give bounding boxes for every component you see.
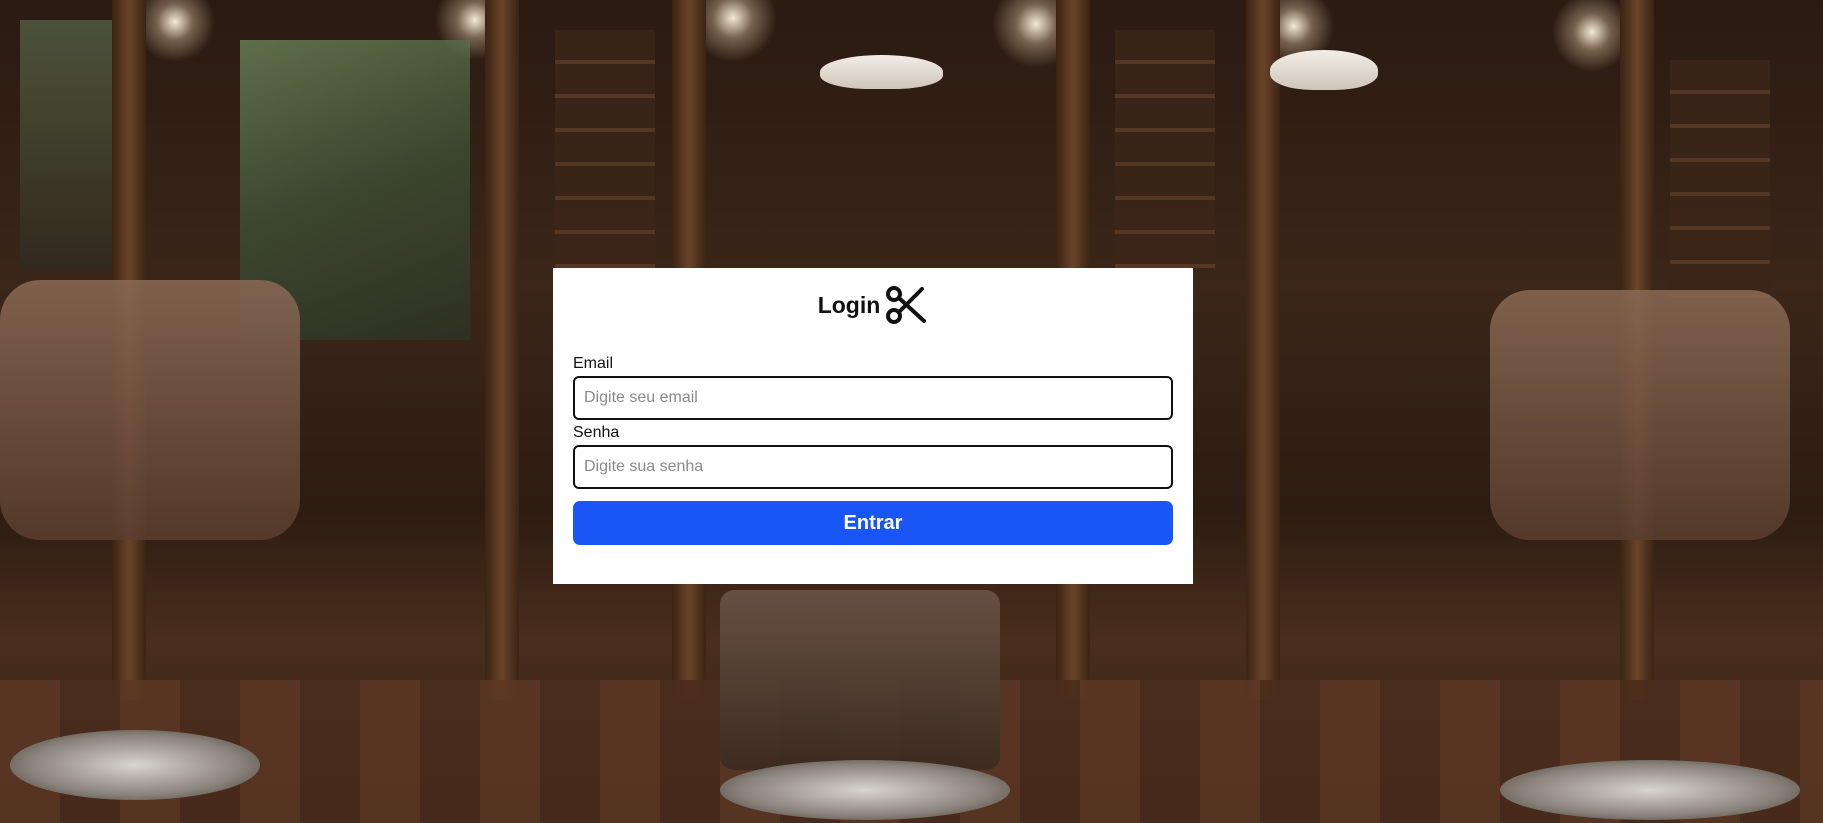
background-shelf xyxy=(1115,30,1215,270)
email-label: Email xyxy=(573,355,614,372)
scissors-icon xyxy=(886,286,927,324)
barber-chair-right xyxy=(1490,290,1790,540)
background-pillar xyxy=(1246,0,1280,700)
barber-chair-left xyxy=(0,280,300,540)
background-pillar xyxy=(485,0,519,700)
background-shelf xyxy=(1670,60,1770,300)
chair-base xyxy=(720,760,1010,820)
chair-base xyxy=(10,730,260,800)
login-header: Login xyxy=(573,283,1173,327)
email-field[interactable] xyxy=(573,376,1173,420)
barber-chair-center xyxy=(720,590,1000,770)
login-submit-button[interactable]: Entrar xyxy=(573,501,1173,545)
background-mirror xyxy=(20,20,115,270)
password-label: Senha xyxy=(573,424,620,441)
login-title: Login xyxy=(817,291,881,318)
login-card: Login Email Senha Entrar xyxy=(553,268,1193,584)
background-shelf xyxy=(555,30,655,270)
background-lamp xyxy=(1270,50,1378,90)
password-field[interactable] xyxy=(573,445,1173,489)
background-lamp xyxy=(820,55,943,89)
chair-base xyxy=(1500,760,1800,820)
